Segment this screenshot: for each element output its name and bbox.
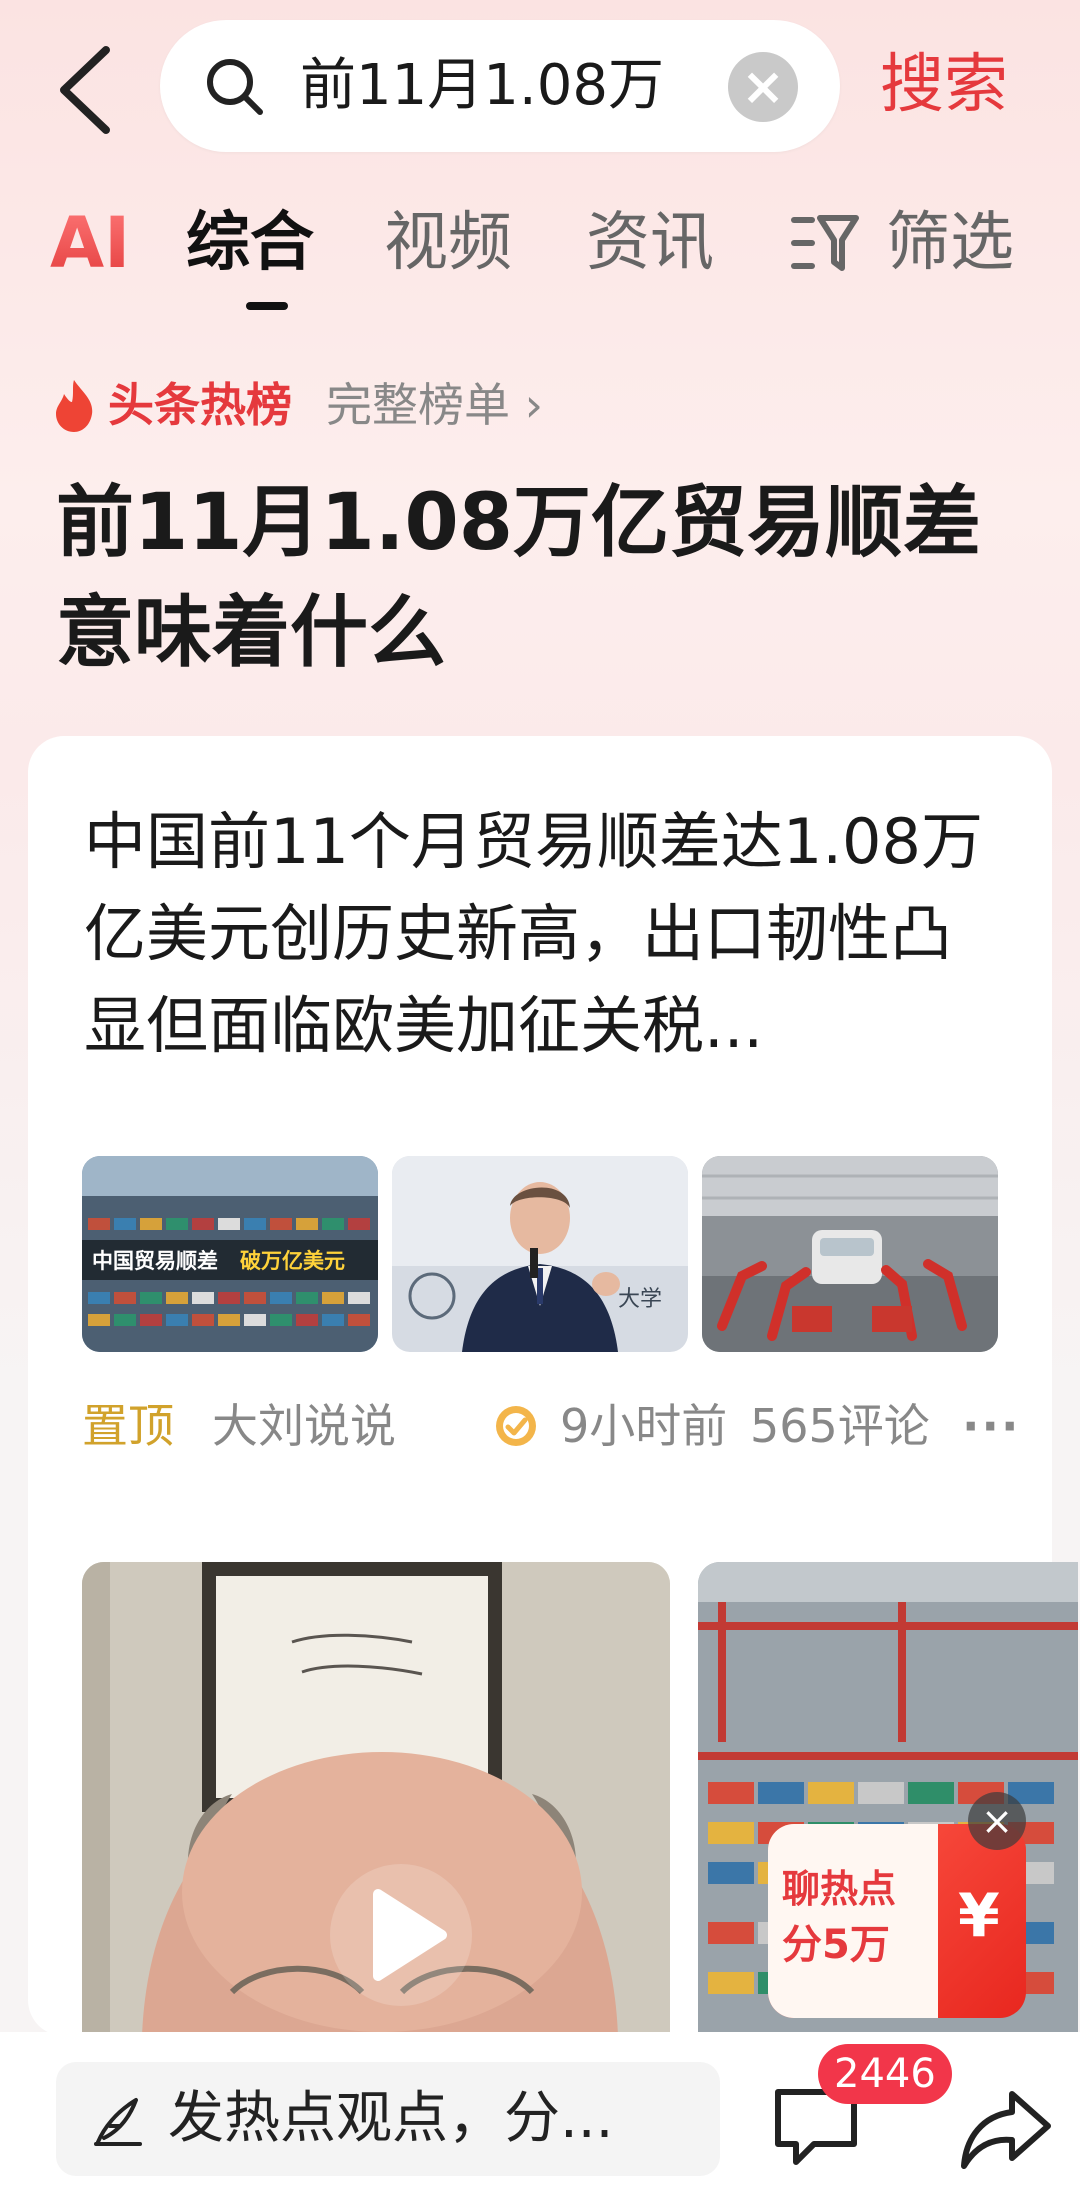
article-meta: 置顶 大刘说说 9小时前 565评论 ··· [82,1386,1022,1466]
article-image-port[interactable]: 中国贸易顺差 破万亿美元 [82,1156,378,1352]
comment-count[interactable]: 565评论 [750,1386,930,1466]
search-icon [207,59,263,115]
publish-time: 9小时前 [560,1399,728,1453]
pen-icon [94,2098,142,2146]
tab-general[interactable]: 综合 [186,198,314,288]
promo-close-icon[interactable]: × [968,1792,1026,1850]
back-button[interactable] [48,40,128,140]
full-list-link[interactable]: 完整榜单 › [326,370,543,440]
port-image: 中国贸易顺差 破万亿美元 [82,1156,378,1352]
back-arrow-icon [60,46,110,134]
video-card-speaker[interactable] [82,1562,670,2036]
yen-icon: ¥ [958,1881,1000,1951]
filter-icon [791,215,859,271]
hot-headline[interactable]: 前11月1.08万亿贸易顺差意味着什么 [56,468,1036,688]
promo-line2: 分5万 [782,1922,890,1968]
article-image-factory[interactable] [702,1156,998,1352]
verified-icon [496,1406,536,1446]
comment-placeholder: 发热点观点，分... [168,2086,614,2151]
thumb1-caption: 中国贸易顺差 [92,1249,218,1273]
filter-label: 筛选 [886,206,1014,280]
hot-topic-promo[interactable]: 聊热点 分5万 ¥ × [768,1792,1026,2028]
more-options-button[interactable]: ··· [962,1386,1020,1466]
pinned-label: 置顶 [82,1399,174,1453]
active-tab-indicator [246,302,288,310]
factory-image [702,1156,998,1352]
share-icon[interactable] [958,2086,1054,2172]
article-summary[interactable]: 中国前11个月贸易顺差达1.08万亿美元创历史新高，出口韧性凸显但面临欧美加征关… [84,796,1004,1072]
thumb1-caption-highlight: 破万亿美元 [240,1249,345,1273]
speaker-image: 大学 [392,1156,688,1352]
comment-count-badge: 2446 [818,2044,952,2104]
search-button[interactable]: 搜索 [880,40,1008,130]
article-image-speaker[interactable]: 大学 [392,1156,688,1352]
promo-card[interactable]: 聊热点 分5万 ¥ [768,1824,1026,2018]
bottom-action-bar: 发热点观点，分... 2446 [0,2032,1080,2207]
author-name[interactable]: 大刘说说 [212,1386,396,1466]
clear-icon[interactable]: × [728,52,798,122]
thumb2-caption: 大学 [618,1287,662,1312]
comment-input[interactable]: 发热点观点，分... [56,2062,720,2176]
search-input[interactable]: 前11月1.08万 × [160,20,840,152]
promo-inner: 聊热点 分5万 [768,1824,938,2018]
hot-list-title: 头条热榜 [108,378,292,432]
flame-icon [56,380,93,432]
search-query[interactable]: 前11月1.08万 [300,50,664,122]
tab-ai[interactable]: AI [50,198,130,288]
tab-news[interactable]: 资讯 [586,198,714,288]
play-icon[interactable] [330,1864,472,2006]
promo-line1: 聊热点 [782,1867,897,1911]
tab-video[interactable]: 视频 [384,198,512,288]
